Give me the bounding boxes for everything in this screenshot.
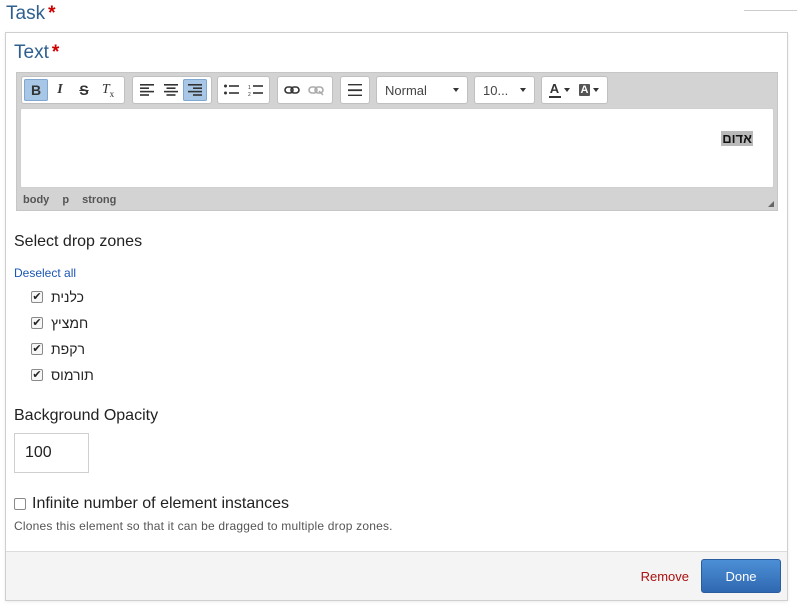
background-color-icon: A	[578, 84, 591, 96]
horizontal-line-button[interactable]	[343, 79, 367, 101]
editor-toolbar: B I S Tx 1 2 Normal 10... A A	[21, 76, 773, 104]
task-dialog: Text * B I S Tx 1 2 Normal 10... A A אדו…	[5, 32, 788, 601]
horizontal-line-icon	[348, 84, 362, 96]
checkmark-icon: ✔	[32, 368, 42, 381]
link-group	[277, 76, 333, 104]
clear-format-button[interactable]: Tx	[96, 79, 120, 101]
align-group	[132, 76, 212, 104]
path-item[interactable]: body	[23, 194, 49, 206]
opacity-input[interactable]	[14, 433, 89, 473]
top-divider	[744, 10, 797, 11]
svg-text:2: 2	[248, 92, 251, 96]
drop-zone-label: תורמוס	[51, 367, 94, 383]
text-label: Text *	[14, 42, 59, 64]
size-select[interactable]: 10...	[474, 76, 535, 104]
required-mark: *	[48, 3, 56, 24]
task-title: Task *	[6, 3, 55, 25]
drop-zones-title: Select drop zones	[14, 233, 143, 250]
strike-icon: S	[79, 82, 89, 98]
align-right-icon	[188, 84, 202, 96]
path-item[interactable]: strong	[82, 194, 116, 206]
deselect-all-link[interactable]: Deselect all	[14, 266, 76, 280]
infinite-instances-description: Clones this element so that it can be dr…	[14, 519, 393, 533]
list-group: 12	[217, 76, 270, 104]
size-select-value: 10...	[483, 82, 509, 98]
drop-zone-item[interactable]: ✔ תורמוס	[31, 367, 94, 383]
text-color-button[interactable]: A	[544, 79, 574, 101]
remove-button[interactable]: Remove	[641, 569, 689, 584]
resize-grip-icon[interactable]	[768, 201, 774, 207]
checkmark-icon: ✔	[32, 290, 42, 303]
editor-content-text: אדום	[721, 131, 753, 146]
element-path-bar: body p strong	[23, 194, 126, 206]
task-title-text: Task	[6, 3, 46, 24]
drop-zone-item[interactable]: ✔ כלנית	[31, 289, 84, 305]
text-color-icon: A	[548, 81, 561, 98]
infinite-instances-label: Infinite number of element instances	[32, 495, 290, 512]
drop-zone-label: כלנית	[51, 289, 84, 305]
link-icon	[284, 86, 300, 94]
italic-button[interactable]: I	[48, 79, 72, 101]
bulleted-list-icon	[224, 84, 240, 95]
italic-icon: I	[57, 82, 63, 97]
bold-button[interactable]: B	[24, 79, 48, 101]
path-item[interactable]: p	[62, 194, 69, 206]
checkbox[interactable]: ✔	[31, 291, 43, 303]
background-color-button[interactable]: A	[574, 79, 604, 101]
align-left-button[interactable]	[135, 79, 159, 101]
numbered-list-icon: 12	[248, 85, 263, 96]
drop-zone-label: חמציץ	[51, 315, 89, 331]
checkmark-icon: ✔	[32, 342, 42, 355]
checkmark-icon: ✔	[32, 316, 42, 329]
chevron-down-icon	[453, 88, 459, 92]
align-center-button[interactable]	[159, 79, 183, 101]
dialog-footer: Remove Done	[6, 551, 787, 600]
format-select-value: Normal	[385, 82, 427, 98]
bulleted-list-button[interactable]	[220, 79, 244, 101]
format-select[interactable]: Normal	[376, 76, 468, 104]
chevron-down-icon	[520, 88, 526, 92]
drop-zone-item[interactable]: ✔ חמציץ	[31, 315, 88, 331]
align-right-button[interactable]	[183, 79, 207, 101]
checkbox[interactable]: ✔	[31, 317, 43, 329]
bold-icon: B	[30, 82, 42, 98]
drop-zone-item[interactable]: ✔ רקפת	[31, 341, 85, 357]
chevron-down-icon	[593, 88, 600, 92]
unlink-icon	[308, 86, 324, 96]
rich-text-editor: B I S Tx 1 2 Normal 10... A A אדום body …	[16, 72, 778, 211]
text-required-mark: *	[51, 42, 60, 63]
svg-text:1: 1	[248, 85, 251, 91]
text-color-bar	[548, 96, 561, 98]
checkbox[interactable]: ✔	[31, 343, 43, 355]
numbered-list-button[interactable]: 12	[244, 79, 268, 101]
basic-styles-group: B I S Tx	[21, 76, 125, 104]
link-button[interactable]	[280, 79, 304, 101]
opacity-label: Background Opacity	[14, 407, 159, 424]
infinite-instances-checkbox[interactable]	[14, 498, 26, 510]
infinite-instances-option[interactable]: Infinite number of element instances	[14, 495, 289, 513]
align-left-icon	[140, 84, 154, 96]
hr-group	[340, 76, 370, 104]
unlink-button[interactable]	[304, 79, 328, 101]
color-group: A A	[541, 76, 608, 104]
done-button[interactable]: Done	[701, 559, 781, 593]
clear-format-icon: Tx	[101, 81, 115, 99]
editor-content-area[interactable]: אדום	[20, 108, 774, 188]
drop-zone-label: רקפת	[51, 341, 85, 357]
text-color-glyph: A	[549, 81, 560, 96]
checkbox[interactable]: ✔	[31, 369, 43, 381]
text-label-text: Text	[14, 42, 49, 63]
strike-button[interactable]: S	[72, 79, 96, 101]
align-center-icon	[164, 84, 178, 96]
chevron-down-icon	[563, 88, 570, 92]
